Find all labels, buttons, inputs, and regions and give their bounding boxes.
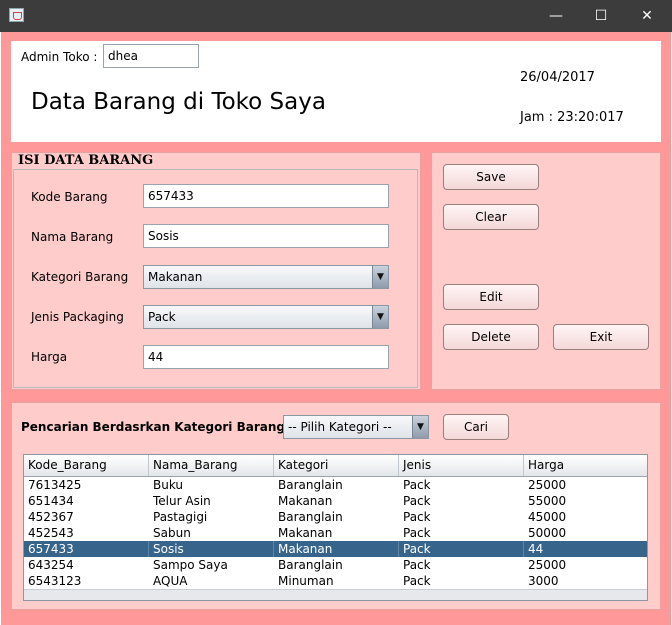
java-cup-icon	[9, 8, 24, 22]
exit-button[interactable]: Exit	[553, 324, 649, 350]
table-cell: Pack	[403, 558, 431, 572]
packaging-label: Jenis Packaging	[31, 310, 124, 324]
table-cell: Baranglain	[278, 510, 343, 524]
column-header[interactable]: Jenis	[399, 455, 524, 476]
kode-label: Kode Barang	[31, 190, 108, 204]
table-row-selected[interactable]: 657433 Sosis Makanan Pack 44	[24, 541, 647, 557]
column-header[interactable]: Nama_Barang	[149, 455, 274, 476]
table-row[interactable]: 452367 Pastagigi Baranglain Pack 45000	[24, 509, 647, 525]
table-cell: 55000	[528, 494, 567, 508]
kategori-dropdown[interactable]: Makanan ▼	[143, 265, 389, 289]
horizontal-scrollbar[interactable]	[24, 589, 647, 600]
kategori-label: Kategori Barang	[31, 270, 129, 284]
table-row[interactable]: 7613425 Buku Baranglain Pack 25000	[24, 477, 647, 493]
table-cell: Minuman	[278, 574, 334, 588]
table-cell: Baranglain	[278, 558, 343, 572]
chevron-down-icon: ▼	[372, 266, 388, 288]
table-cell: 25000	[528, 558, 567, 572]
table-cell: Pastagigi	[153, 510, 208, 524]
table-row[interactable]: 452543 Sabun Makanan Pack 50000	[24, 525, 647, 541]
table-cell: 50000	[528, 526, 567, 540]
table-cell: Sosis	[149, 541, 274, 557]
table-cell: Baranglain	[278, 478, 343, 492]
table-cell: Pack	[403, 510, 431, 524]
table-cell: Telur Asin	[153, 494, 211, 508]
table-cell: 7613425	[28, 478, 82, 492]
table-body: 7613425 Buku Baranglain Pack 25000 65143…	[24, 477, 647, 591]
nama-field[interactable]: Sosis	[143, 224, 389, 248]
table-row[interactable]: 6543123 AQUA Minuman Pack 3000	[24, 573, 647, 589]
harga-field[interactable]: 44	[143, 345, 389, 369]
table-cell: Pack	[403, 574, 431, 588]
form-section-title: ISI DATA BARANG	[18, 153, 154, 168]
admin-label: Admin Toko :	[21, 50, 98, 64]
table-cell: Makanan	[278, 526, 333, 540]
table-cell: Makanan	[274, 541, 399, 557]
table-cell: Makanan	[278, 494, 333, 508]
category-filter-value: -- Pilih Kategori --	[288, 420, 392, 434]
table-cell: Pack	[399, 541, 524, 557]
table-row[interactable]: 651434 Telur Asin Makanan Pack 55000	[24, 493, 647, 509]
kategori-value: Makanan	[148, 270, 203, 284]
delete-button[interactable]: Delete	[443, 324, 539, 350]
close-button[interactable]: ✕	[624, 0, 670, 32]
items-table: Kode_Barang Nama_Barang Kategori Jenis H…	[23, 454, 648, 601]
nama-label: Nama Barang	[31, 230, 114, 244]
table-cell: 452367	[28, 510, 74, 524]
chevron-down-icon: ▼	[412, 416, 428, 438]
column-header[interactable]: Harga	[524, 455, 647, 476]
column-header[interactable]: Kode_Barang	[24, 455, 149, 476]
table-cell: 45000	[528, 510, 567, 524]
column-header[interactable]: Kategori	[274, 455, 399, 476]
table-cell: Pack	[403, 478, 431, 492]
table-cell: 651434	[28, 494, 74, 508]
table-cell: Buku	[153, 478, 184, 492]
time-label: Jam : 23:20:017	[520, 110, 624, 125]
table-cell: 657433	[24, 541, 149, 557]
harga-label: Harga	[31, 350, 68, 364]
table-header: Kode_Barang Nama_Barang Kategori Jenis H…	[24, 455, 647, 477]
save-button[interactable]: Save	[443, 164, 539, 190]
category-filter-dropdown[interactable]: -- Pilih Kategori -- ▼	[283, 415, 429, 439]
table-cell: AQUA	[153, 574, 188, 588]
edit-button[interactable]: Edit	[443, 284, 539, 310]
table-cell: 643254	[28, 558, 74, 572]
table-cell: Pack	[403, 494, 431, 508]
table-cell: Sabun	[153, 526, 191, 540]
packaging-value: Pack	[148, 310, 176, 324]
date-label: 26/04/2017	[520, 70, 595, 85]
packaging-dropdown[interactable]: Pack ▼	[143, 305, 389, 329]
table-cell: 452543	[28, 526, 74, 540]
table-cell: 3000	[528, 574, 559, 588]
admin-field[interactable]: dhea	[103, 44, 199, 68]
header-panel: Admin Toko : dhea Data Barang di Toko Sa…	[11, 41, 661, 142]
table-row[interactable]: 643254 Sampo Saya Baranglain Pack 25000	[24, 557, 647, 573]
table-cell: Sampo Saya	[153, 558, 228, 572]
title-bar: — ☐ ✕	[0, 0, 672, 32]
kode-field[interactable]: 657433	[143, 184, 389, 208]
table-cell: 44	[528, 542, 544, 556]
page-title: Data Barang di Toko Saya	[31, 89, 326, 115]
table-cell: Pack	[403, 526, 431, 540]
maximize-button[interactable]: ☐	[578, 0, 624, 32]
table-cell: 6543123	[28, 574, 82, 588]
chevron-down-icon: ▼	[372, 306, 388, 328]
search-button[interactable]: Cari	[443, 414, 509, 440]
clear-button[interactable]: Clear	[443, 204, 539, 230]
search-label: Pencarian Berdasrkan Kategori Barang	[21, 420, 285, 434]
table-cell: 25000	[528, 478, 567, 492]
minimize-button[interactable]: —	[533, 0, 579, 32]
